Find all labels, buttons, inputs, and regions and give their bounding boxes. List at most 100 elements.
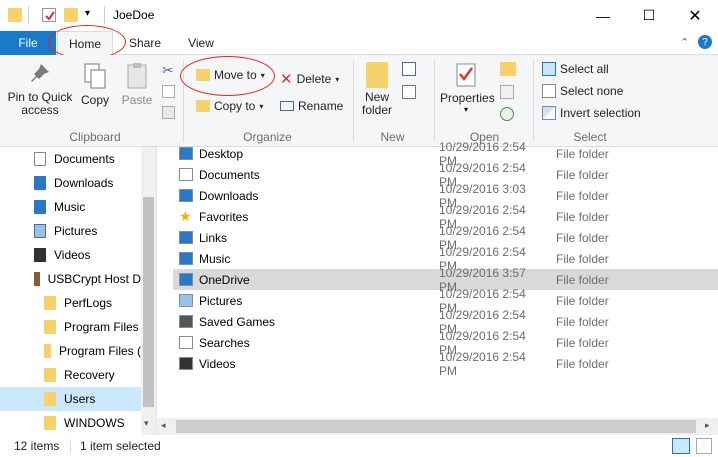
paste-button[interactable]: Paste [118,62,156,107]
file-type: File folder [556,272,609,287]
nav-item[interactable]: PerfLogs [0,291,141,315]
file-type: File folder [556,293,609,308]
copy-to-icon [196,100,210,112]
file-name-cell: ★ Favorites [173,209,416,224]
select-all-button[interactable]: Select all [542,62,609,76]
group-separator [533,60,534,142]
file-name: OneDrive [199,272,250,287]
nav-item[interactable]: Pictures [0,219,141,243]
copy-path-icon[interactable] [162,85,175,98]
select-none-button[interactable]: Select none [542,84,623,98]
file-type: File folder [556,146,609,161]
customize-quick-access-icon[interactable]: ▾ [85,8,90,19]
maximize-button[interactable]: ☐ [626,0,672,31]
scroll-left-icon[interactable]: ◂ [161,420,166,431]
cloud-icon [179,273,193,286]
group-separator [353,60,354,142]
file-name: Desktop [199,146,244,161]
scroll-down-icon[interactable]: ▾ [144,418,149,429]
close-button[interactable]: ✕ [672,0,718,31]
nav-item-label: Program Files ( [58,344,141,358]
minimize-button[interactable]: ― [580,0,626,31]
status-bar: 12 items 1 item selected [0,435,718,457]
nav-item[interactable]: Users [0,387,141,411]
paste-shortcut-icon[interactable] [162,106,175,119]
cut-icon[interactable]: ✂ [162,62,174,79]
details-view-icon[interactable] [672,438,690,454]
nav-item[interactable]: Music [0,195,141,219]
copy-button[interactable]: Copy [79,62,111,107]
properties-icon[interactable] [42,8,56,22]
group-clipboard-label: Clipboard [69,130,121,144]
copy-to-button[interactable]: Copy to ▾ [196,99,263,113]
drive-icon [34,272,40,286]
file-name-cell: Downloads [173,189,416,203]
file-name-cell: Documents [173,168,416,182]
nav-item[interactable]: Program Files ( [0,339,141,363]
nav-item-label: WINDOWS [64,416,125,430]
pin-label: Pin to Quick access [7,90,73,117]
file-name-cell: Links [173,231,416,245]
group-new-label: New [380,130,405,144]
divider [28,6,29,24]
nav-item-label: Recovery [64,368,115,382]
nav-item[interactable]: Program Files [0,315,141,339]
paste-label: Paste [121,93,153,107]
edit-icon[interactable] [500,85,514,99]
annotation-oval [48,25,126,59]
nav-item[interactable]: Documents [0,147,141,171]
new-folder-label: New folder [361,90,393,117]
properties-icon [456,63,476,87]
scroll-right-icon[interactable]: ▸ [705,420,710,431]
nav-item-label: Downloads [54,176,114,190]
tab-share[interactable]: Share [123,31,167,55]
tab-view[interactable]: View [180,31,222,55]
documents-icon [34,152,46,166]
folder-icon [44,296,56,310]
file-type: File folder [556,188,609,203]
file-row[interactable]: Videos 10/29/2016 2:54 PM File folder [173,350,718,378]
nav-item[interactable]: USBCrypt Host D [0,267,141,291]
ribbon-collapse-icon[interactable]: ⌃ [680,36,689,49]
large-icons-view-icon[interactable] [696,438,712,454]
file-name: Videos [199,356,236,371]
select-none-label: Select none [560,84,624,98]
nav-item[interactable]: Recovery [0,363,141,387]
properties-button[interactable]: Properties ▾ [440,62,495,114]
rename-button[interactable]: Rename [280,99,343,113]
file-name: Links [199,230,228,245]
file-name: Documents [199,167,260,182]
help-icon[interactable]: ? [698,35,712,49]
horizontal-scrollbar-thumb[interactable] [176,420,696,433]
nav-item-label: Music [54,200,86,214]
invert-selection-button[interactable]: Invert selection [542,106,641,120]
nav-item[interactable]: Videos [0,243,141,267]
delete-button[interactable]: ✕ Delete ▾ [280,70,339,88]
new-item-icon[interactable] [402,62,416,76]
divider [70,439,71,453]
file-type: File folder [556,314,609,329]
select-all-icon [542,62,556,76]
file-name-cell: Music [173,252,416,266]
pin-quick-access-button[interactable]: Pin to Quick access [6,62,74,117]
open-icon[interactable] [500,62,516,76]
file-name-cell: Desktop [173,147,416,161]
link-icon [179,231,193,244]
file-type: File folder [556,230,609,245]
documents-icon [179,168,193,181]
file-name-cell: Searches [173,336,416,350]
file-name: Downloads [199,188,259,203]
new-folder-button[interactable]: New folder [358,62,396,117]
folder-icon [44,344,51,358]
file-name-cell: OneDrive [173,273,416,287]
copy-to-label: Copy to [214,99,256,113]
file-type: File folder [556,209,609,224]
nav-item[interactable]: Downloads [0,171,141,195]
select-none-icon [542,84,556,98]
easy-access-icon[interactable] [402,85,416,99]
title-bar: ▾ JoeDoe ― ☐ ✕ [0,0,718,31]
nav-item[interactable]: WINDOWS [0,411,141,435]
new-folder-icon[interactable] [64,8,78,22]
history-icon[interactable] [500,107,514,121]
nav-scrollbar-thumb[interactable] [143,197,154,407]
